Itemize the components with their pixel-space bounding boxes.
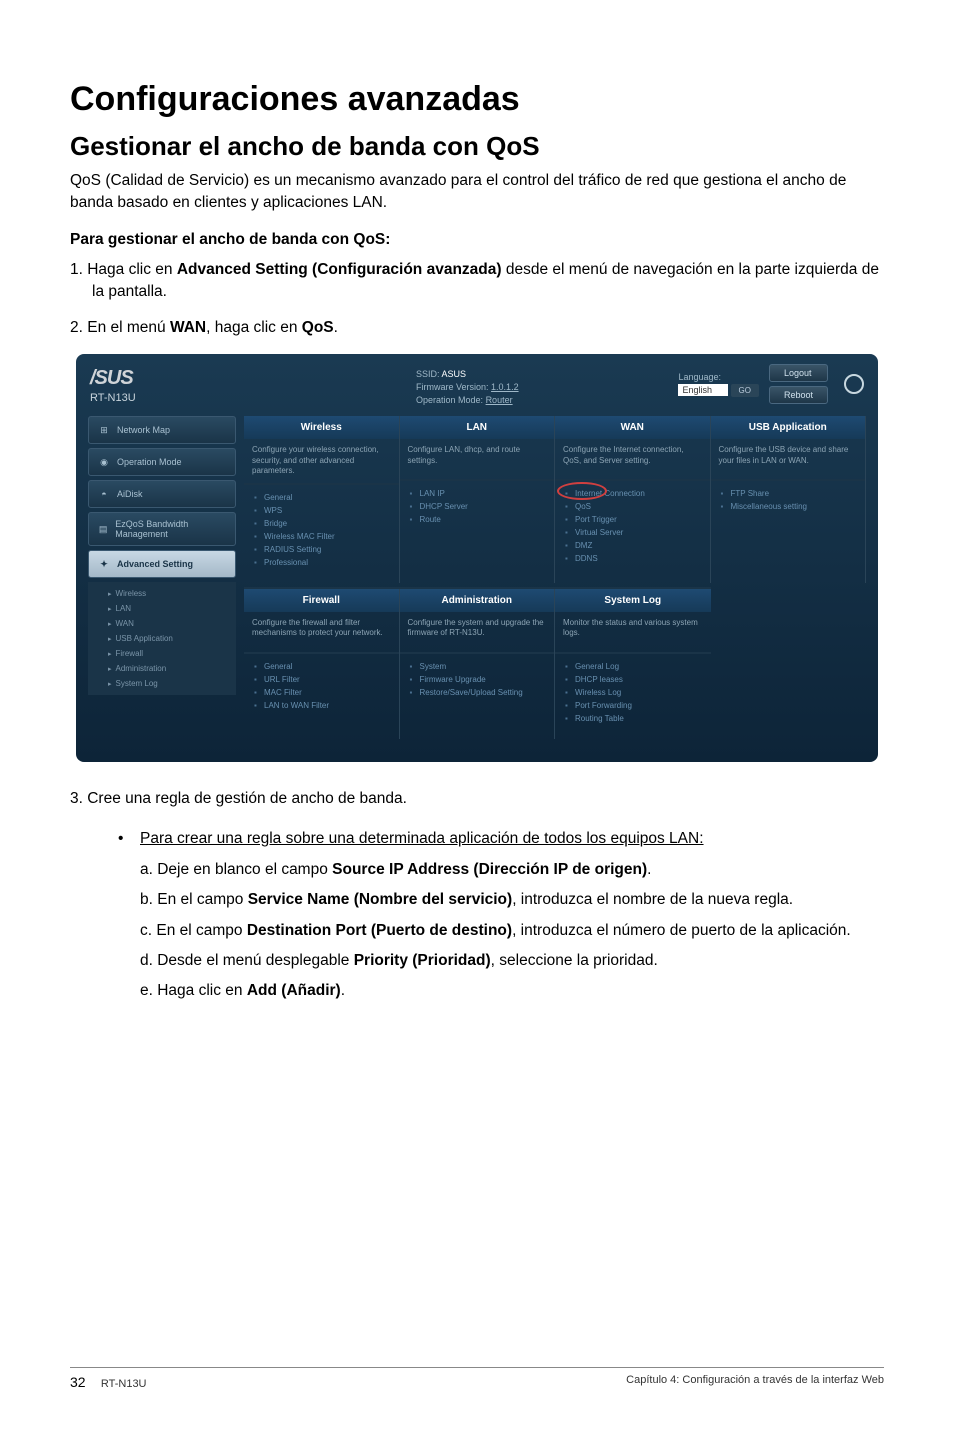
sidebar: ⊞ Network Map ◉ Operation Mode ◓ AiDisk … xyxy=(88,416,236,738)
sidebar-sub-lan[interactable]: LAN xyxy=(96,601,228,616)
sidebar-sub-syslog[interactable]: System Log xyxy=(96,676,228,691)
disk-icon: ◓ xyxy=(97,487,111,501)
link-lan-wan-filter[interactable]: LAN to WAN Filter xyxy=(254,699,389,712)
link-general-log[interactable]: General Log xyxy=(565,660,701,673)
link-system[interactable]: System xyxy=(410,660,545,673)
step-2: 2. En el menú WAN, haga clic en QoS. xyxy=(70,317,884,339)
bars-icon: ▤ xyxy=(97,522,109,536)
go-button[interactable]: GO xyxy=(731,384,759,397)
link-fw-general[interactable]: General xyxy=(254,660,389,673)
link-route[interactable]: Route xyxy=(410,513,545,526)
link-qos[interactable]: QoS xyxy=(565,500,700,513)
step-3: 3. Cree una regla de gestión de ancho de… xyxy=(70,788,884,810)
settings-grid: Wireless Configure your wireless connect… xyxy=(244,416,866,738)
sidebar-sub-admin[interactable]: Administration xyxy=(96,661,228,676)
link-wireless-log[interactable]: Wireless Log xyxy=(565,686,701,699)
footer-model: RT-N13U xyxy=(101,1378,147,1390)
procedure-heading: Para gestionar el ancho de banda con QoS… xyxy=(70,231,884,249)
letter-d: d. Desde el menú desplegable Priority (P… xyxy=(140,950,884,972)
letter-e: e. Haga clic en Add (Añadir). xyxy=(140,980,884,1002)
link-dhcp-server[interactable]: DHCP Server xyxy=(410,500,545,513)
link-dmz[interactable]: DMZ xyxy=(565,539,700,552)
sidebar-item-operation-mode[interactable]: ◉ Operation Mode xyxy=(88,448,236,476)
step-1: 1. Haga clic en Advanced Setting (Config… xyxy=(70,259,884,302)
col-head-wireless: Wireless xyxy=(244,416,399,439)
sidebar-sublist: Wireless LAN WAN USB Application Firewal… xyxy=(88,582,236,695)
globe-icon xyxy=(844,374,864,394)
tools-icon: ✦ xyxy=(97,557,111,571)
router-header: /SUS RT-N13U SSID: ASUS Firmware Version… xyxy=(76,354,878,416)
link-fw-upgrade[interactable]: Firmware Upgrade xyxy=(410,673,545,686)
footer-chapter: Capítulo 4: Configuración a través de la… xyxy=(626,1374,884,1390)
page-number: 32 xyxy=(70,1374,86,1390)
gauge-icon: ◉ xyxy=(97,455,111,469)
link-fw-mac-filter[interactable]: MAC Filter xyxy=(254,686,389,699)
link-virtual-server[interactable]: Virtual Server xyxy=(565,526,700,539)
link-routing-table[interactable]: Routing Table xyxy=(565,712,701,725)
col-head-firewall: Firewall xyxy=(244,589,399,612)
page-subtitle: Gestionar el ancho de banda con QoS xyxy=(70,131,884,162)
reboot-button[interactable]: Reboot xyxy=(769,386,828,404)
link-ddns[interactable]: DDNS xyxy=(565,552,700,565)
bullet-heading: Para crear una regla sobre una determina… xyxy=(140,828,884,850)
link-radius[interactable]: RADIUS Setting xyxy=(254,543,389,556)
router-logo: /SUS RT-N13U xyxy=(90,367,136,404)
col-head-admin: Administration xyxy=(400,589,555,612)
link-restore[interactable]: Restore/Save/Upload Setting xyxy=(410,686,545,699)
link-wireless-general[interactable]: General xyxy=(254,491,389,504)
letter-a: a. Deje en blanco el campo Source IP Add… xyxy=(140,859,884,881)
page-title: Configuraciones avanzadas xyxy=(70,80,884,119)
intro-paragraph: QoS (Calidad de Servicio) es un mecanism… xyxy=(70,170,884,213)
sidebar-item-network-map[interactable]: ⊞ Network Map xyxy=(88,416,236,444)
col-head-wan: WAN xyxy=(555,416,710,439)
link-ftp-share[interactable]: FTP Share xyxy=(721,487,856,500)
link-dhcp-leases[interactable]: DHCP leases xyxy=(565,673,701,686)
link-port-forwarding[interactable]: Port Forwarding xyxy=(565,699,701,712)
col-head-syslog: System Log xyxy=(555,589,711,612)
link-mac-filter[interactable]: Wireless MAC Filter xyxy=(254,530,389,543)
link-misc[interactable]: Miscellaneous setting xyxy=(721,500,856,513)
sidebar-item-aidisk[interactable]: ◓ AiDisk xyxy=(88,480,236,508)
language-selector[interactable]: Language: English GO xyxy=(678,372,759,397)
link-lan-ip[interactable]: LAN IP xyxy=(410,487,545,500)
col-head-usb: USB Application xyxy=(711,416,866,439)
link-port-trigger[interactable]: Port Trigger xyxy=(565,513,700,526)
sidebar-sub-wan[interactable]: WAN xyxy=(96,616,228,631)
sidebar-sub-firewall[interactable]: Firewall xyxy=(96,646,228,661)
sidebar-item-advanced-setting[interactable]: ✦ Advanced Setting xyxy=(88,550,236,578)
link-bridge[interactable]: Bridge xyxy=(254,517,389,530)
link-url-filter[interactable]: URL Filter xyxy=(254,673,389,686)
col-head-lan: LAN xyxy=(400,416,555,439)
router-screenshot: /SUS RT-N13U SSID: ASUS Firmware Version… xyxy=(76,354,878,762)
sidebar-item-ezqos[interactable]: ▤ EzQoS Bandwidth Management xyxy=(88,512,236,546)
letter-b: b. En el campo Service Name (Nombre del … xyxy=(140,889,884,911)
link-professional[interactable]: Professional xyxy=(254,556,389,569)
network-icon: ⊞ xyxy=(97,423,111,437)
logout-button[interactable]: Logout xyxy=(769,364,828,382)
letter-c: c. En el campo Destination Port (Puerto … xyxy=(140,920,884,942)
sidebar-sub-usb[interactable]: USB Application xyxy=(96,631,228,646)
link-wps[interactable]: WPS xyxy=(254,504,389,517)
header-info: SSID: ASUS Firmware Version: 1.0.1.2 Ope… xyxy=(416,368,519,406)
link-internet-connection[interactable]: Internet Connection xyxy=(565,487,700,500)
sidebar-sub-wireless[interactable]: Wireless xyxy=(96,586,228,601)
page-footer: 32 RT-N13U Capítulo 4: Configuración a t… xyxy=(70,1367,884,1390)
